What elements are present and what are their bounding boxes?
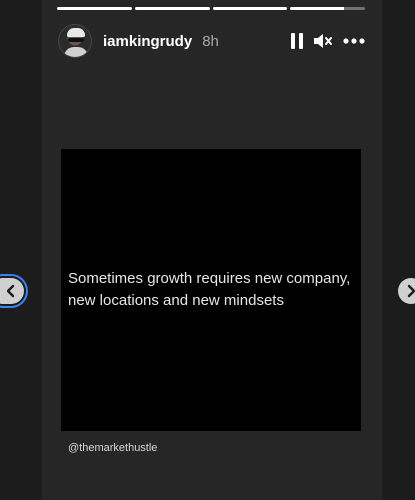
story-viewer: iamkingrudy 8h Sometimes growth requires…	[0, 0, 415, 500]
next-story-button[interactable]	[398, 278, 415, 304]
more-options-button[interactable]	[342, 29, 366, 53]
chevron-right-icon	[407, 284, 415, 298]
progress-segment	[290, 7, 365, 10]
story-credit-handle: @themarkethustle	[68, 442, 158, 454]
story-timestamp: 8h	[202, 32, 219, 50]
username[interactable]: iamkingrudy	[103, 33, 192, 50]
progress-segment-fill	[290, 7, 345, 10]
progress-segment	[134, 7, 210, 10]
pause-button[interactable]	[290, 29, 304, 53]
story-media: Sometimes growth requires new company, n…	[61, 149, 361, 431]
story-progress-bars	[57, 7, 365, 10]
previous-story-button[interactable]	[0, 278, 24, 304]
progress-segment-fill	[57, 7, 132, 10]
avatar[interactable]	[58, 24, 92, 58]
pause-icon	[291, 33, 303, 49]
story-header: iamkingrudy 8h	[58, 24, 366, 58]
progress-segment	[57, 7, 132, 10]
progress-segment-fill	[134, 7, 210, 10]
progress-segment-fill	[212, 7, 288, 10]
progress-segment	[212, 7, 288, 10]
mute-button[interactable]	[313, 29, 333, 53]
story-controls	[290, 29, 366, 53]
more-icon	[343, 38, 365, 44]
speaker-muted-icon	[314, 34, 332, 48]
story-card[interactable]: iamkingrudy 8h Sometimes growth requires…	[42, 0, 382, 500]
story-text: Sometimes growth requires new company, n…	[68, 270, 351, 309]
chevron-left-icon	[6, 284, 15, 298]
